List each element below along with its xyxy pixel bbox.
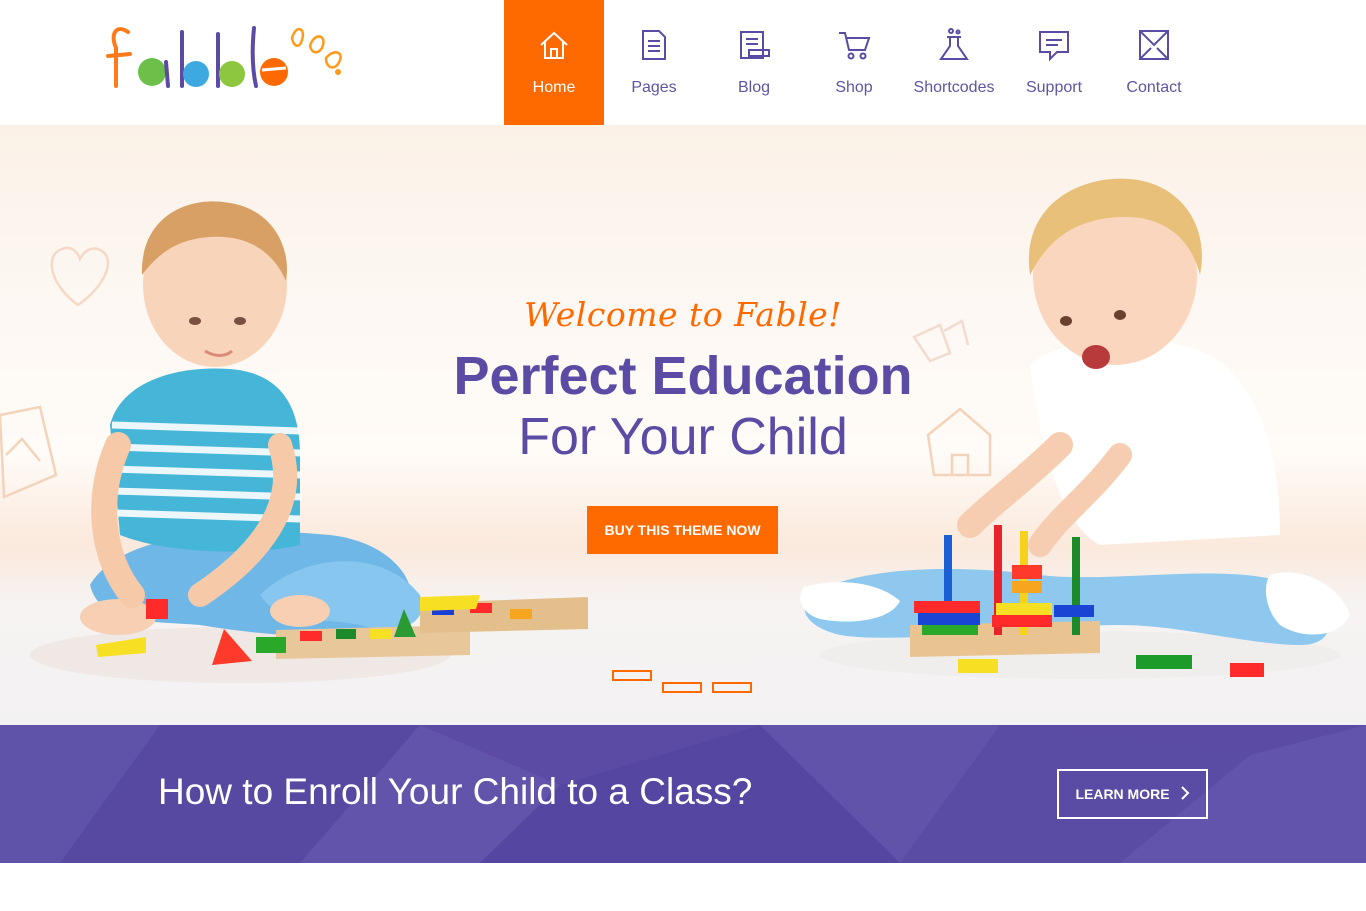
logo-letter-a	[138, 58, 166, 86]
hero-title: Perfect Education	[453, 346, 913, 406]
flask-icon	[937, 27, 971, 63]
main-nav: Home Pages Blog Shop Shortcodes Support …	[504, 0, 1204, 125]
enroll-heading: How to Enroll Your Child to a Class?	[158, 771, 753, 812]
hero-slider: Welcome to Fable! Perfect Education For …	[0, 125, 1366, 725]
slider-dot-2[interactable]	[662, 682, 702, 693]
nav-item-pages[interactable]: Pages	[604, 0, 704, 125]
chevron-right-icon	[1180, 785, 1190, 803]
blog-icon	[737, 27, 771, 63]
logo-letter-b2-bowl	[219, 61, 245, 87]
slider-dot-1[interactable]	[612, 670, 652, 681]
learn-more-label: LEARN MORE	[1075, 786, 1170, 802]
hero-text-block: Welcome to Fable! Perfect Education For …	[383, 295, 983, 468]
nav-item-label: Blog	[737, 79, 771, 96]
logo-letter-a-stem	[164, 60, 170, 88]
slider-pagination	[612, 670, 757, 700]
nav-item-shop[interactable]: Shop	[804, 0, 904, 125]
slider-dot-3[interactable]	[712, 682, 752, 693]
logo-splash-dot	[335, 69, 341, 75]
chat-icon	[1037, 27, 1071, 63]
nav-item-shortcodes[interactable]: Shortcodes	[904, 0, 1004, 125]
nav-item-label: Pages	[631, 79, 677, 96]
hero-subtitle: For Your Child	[518, 408, 848, 466]
envelope-icon	[1137, 27, 1171, 63]
image-outline-icon	[0, 405, 58, 499]
site-header: Home Pages Blog Shop Shortcodes Support …	[0, 0, 1366, 125]
hero-welcome-text: Welcome to Fable!	[524, 295, 842, 334]
nav-item-label: Shortcodes	[913, 79, 995, 96]
home-icon	[537, 27, 571, 63]
nav-item-label: Support	[1025, 79, 1083, 96]
logo-letter-b1-bowl	[183, 61, 209, 87]
nav-item-blog[interactable]: Blog	[704, 0, 804, 125]
logo-splash-1	[290, 28, 305, 47]
logo-letter-e-bar	[261, 66, 287, 72]
logo-letter-l	[250, 26, 258, 88]
learn-more-button[interactable]: LEARN MORE	[1057, 769, 1208, 819]
nav-item-contact[interactable]: Contact	[1104, 0, 1204, 125]
enroll-banner: How to Enroll Your Child to a Class? LEA…	[0, 725, 1366, 863]
nav-item-label: Shop	[835, 79, 873, 96]
heart-outline-icon	[50, 246, 110, 307]
buy-theme-button[interactable]: BUY THIS THEME NOW	[587, 506, 778, 554]
pages-icon	[637, 27, 671, 63]
logo-splash-2	[308, 35, 325, 54]
site-logo[interactable]	[106, 18, 346, 96]
nav-item-home[interactable]: Home	[504, 0, 604, 125]
nav-item-label: Contact	[1126, 79, 1182, 96]
logo-splash-3	[324, 51, 342, 69]
logo-letter-f	[106, 27, 132, 88]
logo-letter-e	[260, 58, 288, 86]
cart-icon	[837, 27, 871, 63]
nav-item-support[interactable]: Support	[1004, 0, 1104, 125]
nav-item-label: Home	[532, 79, 576, 96]
